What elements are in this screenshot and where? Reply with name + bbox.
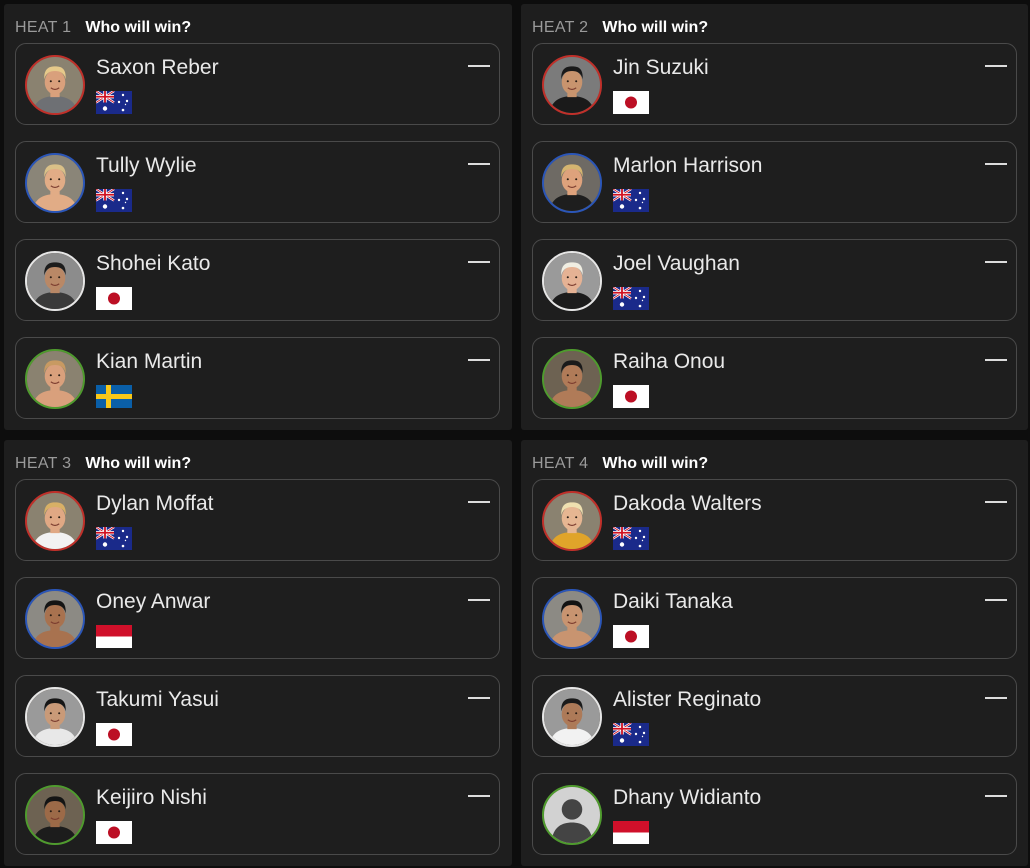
odds-dash [468, 501, 490, 503]
surfer-card[interactable]: Alister Reginato [532, 675, 1017, 757]
heat-header: HEAT 1 Who will win? [15, 18, 191, 38]
heat-question: Who will win? [602, 19, 709, 36]
odds-dash [985, 501, 1007, 503]
odds-dash [468, 697, 490, 699]
flag-au-icon [613, 723, 649, 746]
surfer-card[interactable]: Tully Wylie [15, 141, 500, 223]
surfer-avatar [25, 349, 85, 409]
surfer-avatar [25, 687, 85, 747]
surfer-name: Raiha Onou [613, 350, 726, 373]
surfer-card[interactable]: Daiki Tanaka [532, 577, 1017, 659]
flag-au-icon [613, 527, 649, 550]
heat-header: HEAT 4 Who will win? [532, 454, 708, 474]
surfer-avatar [25, 55, 85, 115]
odds-dash [985, 261, 1007, 263]
flag-id-icon [96, 625, 132, 648]
surfer-name: Dhany Widianto [613, 786, 762, 809]
heat-question: Who will win? [602, 455, 709, 472]
surfer-card[interactable]: Saxon Reber [15, 43, 500, 125]
surfer-card[interactable]: Dakoda Walters [532, 479, 1017, 561]
odds-dash [468, 795, 490, 797]
surfer-name: Daiki Tanaka [613, 590, 733, 613]
flag-jp-icon [613, 385, 649, 408]
flag-au-icon [613, 189, 649, 212]
odds-dash [468, 163, 490, 165]
odds-dash [468, 599, 490, 601]
heat-panel-3: HEAT 3 Who will win? Dylan Moffat Oney An… [4, 440, 512, 866]
surfer-avatar [542, 251, 602, 311]
flag-au-icon [96, 527, 132, 550]
surfer-name: Kian Martin [96, 350, 203, 373]
surfer-card[interactable]: Kian Martin [15, 337, 500, 419]
heat-label: HEAT 3 [15, 455, 72, 472]
surfer-card[interactable]: Dhany Widianto [532, 773, 1017, 855]
surfer-card[interactable]: Shohei Kato [15, 239, 500, 321]
heat-panel-1: HEAT 1 Who will win? Saxon Reber Tully Wy… [4, 4, 512, 430]
surfer-avatar [542, 55, 602, 115]
odds-dash [985, 163, 1007, 165]
heat-header: HEAT 2 Who will win? [532, 18, 708, 38]
surfer-card[interactable]: Dylan Moffat [15, 479, 500, 561]
flag-jp-icon [613, 625, 649, 648]
surfer-name: Keijiro Nishi [96, 786, 207, 809]
surfer-avatar [542, 491, 602, 551]
heat-header: HEAT 3 Who will win? [15, 454, 191, 474]
surfer-card[interactable]: Keijiro Nishi [15, 773, 500, 855]
surfer-card[interactable]: Raiha Onou [532, 337, 1017, 419]
flag-au-icon [613, 287, 649, 310]
surfer-avatar [25, 785, 85, 845]
surfer-avatar [25, 589, 85, 649]
surfer-name: Dakoda Walters [613, 492, 762, 515]
surfer-name: Jin Suzuki [613, 56, 709, 79]
odds-dash [985, 795, 1007, 797]
surfer-name: Marlon Harrison [613, 154, 763, 177]
odds-dash [985, 599, 1007, 601]
heat-panel-2: HEAT 2 Who will win? Jin Suzuki Marlon Ha… [521, 4, 1028, 430]
surfer-card[interactable]: Takumi Yasui [15, 675, 500, 757]
surfer-avatar [542, 153, 602, 213]
surfer-name: Joel Vaughan [613, 252, 740, 275]
heat-label: HEAT 1 [15, 19, 72, 36]
heat-question: Who will win? [85, 455, 192, 472]
flag-jp-icon [96, 723, 132, 746]
flag-jp-icon [613, 91, 649, 114]
odds-dash [985, 697, 1007, 699]
heat-question: Who will win? [85, 19, 192, 36]
flag-id-icon [613, 821, 649, 844]
surfer-name: Tully Wylie [96, 154, 197, 177]
flag-au-icon [96, 91, 132, 114]
surfer-name: Shohei Kato [96, 252, 211, 275]
surfer-name: Alister Reginato [613, 688, 762, 711]
heats-grid: HEAT 1 Who will win? Saxon Reber Tully Wy… [0, 0, 1030, 868]
surfer-name: Takumi Yasui [96, 688, 219, 711]
odds-dash [468, 359, 490, 361]
flag-au-icon [96, 189, 132, 212]
odds-dash [468, 261, 490, 263]
surfer-avatar [542, 589, 602, 649]
odds-dash [985, 359, 1007, 361]
flag-se-icon [96, 385, 132, 408]
surfer-avatar [542, 785, 602, 845]
surfer-name: Saxon Reber [96, 56, 219, 79]
surfer-avatar [25, 491, 85, 551]
heat-label: HEAT 2 [532, 19, 589, 36]
surfer-avatar [542, 687, 602, 747]
flag-jp-icon [96, 821, 132, 844]
surfer-card[interactable]: Joel Vaughan [532, 239, 1017, 321]
heat-panel-4: HEAT 4 Who will win? Dakoda Walters Daiki… [521, 440, 1028, 866]
odds-dash [985, 65, 1007, 67]
surfer-card[interactable]: Oney Anwar [15, 577, 500, 659]
surfer-avatar [25, 251, 85, 311]
surfer-card[interactable]: Marlon Harrison [532, 141, 1017, 223]
surfer-avatar [25, 153, 85, 213]
surfer-card[interactable]: Jin Suzuki [532, 43, 1017, 125]
heat-label: HEAT 4 [532, 455, 589, 472]
odds-dash [468, 65, 490, 67]
flag-jp-icon [96, 287, 132, 310]
surfer-name: Dylan Moffat [96, 492, 214, 515]
surfer-avatar [542, 349, 602, 409]
surfer-name: Oney Anwar [96, 590, 211, 613]
